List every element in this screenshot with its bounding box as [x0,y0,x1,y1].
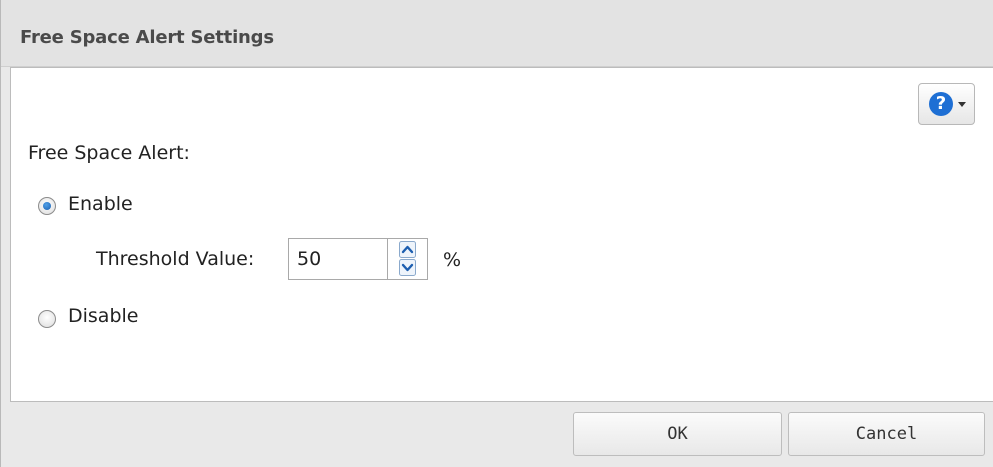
spin-up-icon[interactable] [399,241,416,258]
enable-label[interactable]: Enable [68,193,133,215]
dialog-title: Free Space Alert Settings [20,27,274,48]
dialog-content [10,67,993,402]
threshold-spinner [387,238,428,280]
threshold-unit: % [443,249,462,271]
threshold-value-label: Threshold Value: [96,248,255,270]
ok-button[interactable]: OK [573,412,782,456]
cancel-button[interactable]: Cancel [788,412,985,456]
help-menu-button[interactable]: ? [918,83,975,125]
free-space-alert-dialog: Free Space Alert Settings ? Free Space A… [0,0,993,467]
spin-down-icon[interactable] [399,259,416,276]
chevron-down-icon [958,102,966,107]
enable-radio[interactable] [38,197,56,215]
threshold-value-input[interactable] [288,238,387,280]
disable-label[interactable]: Disable [68,305,138,327]
free-space-alert-label: Free Space Alert: [28,142,190,164]
help-icon: ? [929,92,953,116]
disable-radio[interactable] [38,310,56,328]
dialog-titlebar: Free Space Alert Settings [1,0,993,67]
